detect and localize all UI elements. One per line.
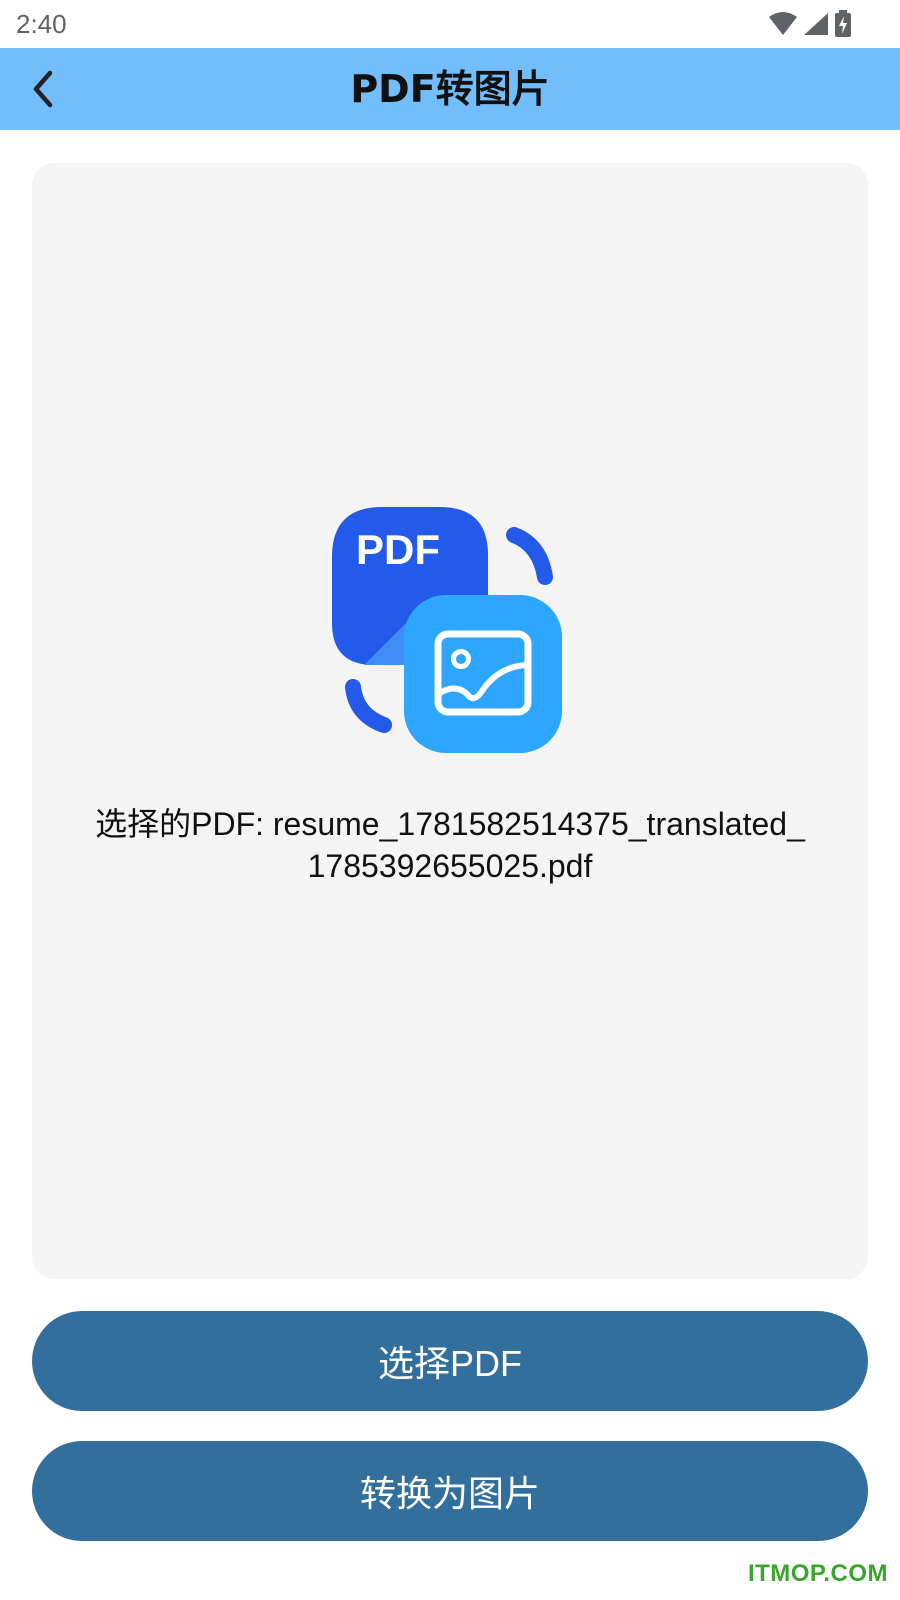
- preview-card: PDF 选择的PDF: resume_1781582514375_transla…: [32, 163, 868, 1279]
- select-pdf-button[interactable]: 选择PDF: [32, 1311, 868, 1411]
- app-bar: PDF转图片: [0, 48, 900, 130]
- watermark: ITMOP.COM: [747, 1560, 888, 1587]
- chevron-left-icon: [33, 70, 53, 108]
- pdf-badge-text: PDF: [356, 526, 440, 573]
- signal-icon: [804, 13, 828, 35]
- status-bar: 2:40: [0, 0, 900, 48]
- selected-file-label: 选择的PDF: resume_1781582514375_translated_…: [95, 806, 805, 884]
- page-title: PDF转图片: [350, 67, 550, 111]
- back-button[interactable]: [16, 61, 72, 117]
- status-icons: [768, 8, 852, 40]
- status-time: 2:40: [16, 9, 67, 39]
- wifi-icon: [769, 12, 797, 35]
- battery-charging-icon: [835, 10, 851, 37]
- pdf-to-image-illustration: PDF: [332, 507, 562, 753]
- convert-to-image-button[interactable]: 转换为图片: [32, 1441, 868, 1541]
